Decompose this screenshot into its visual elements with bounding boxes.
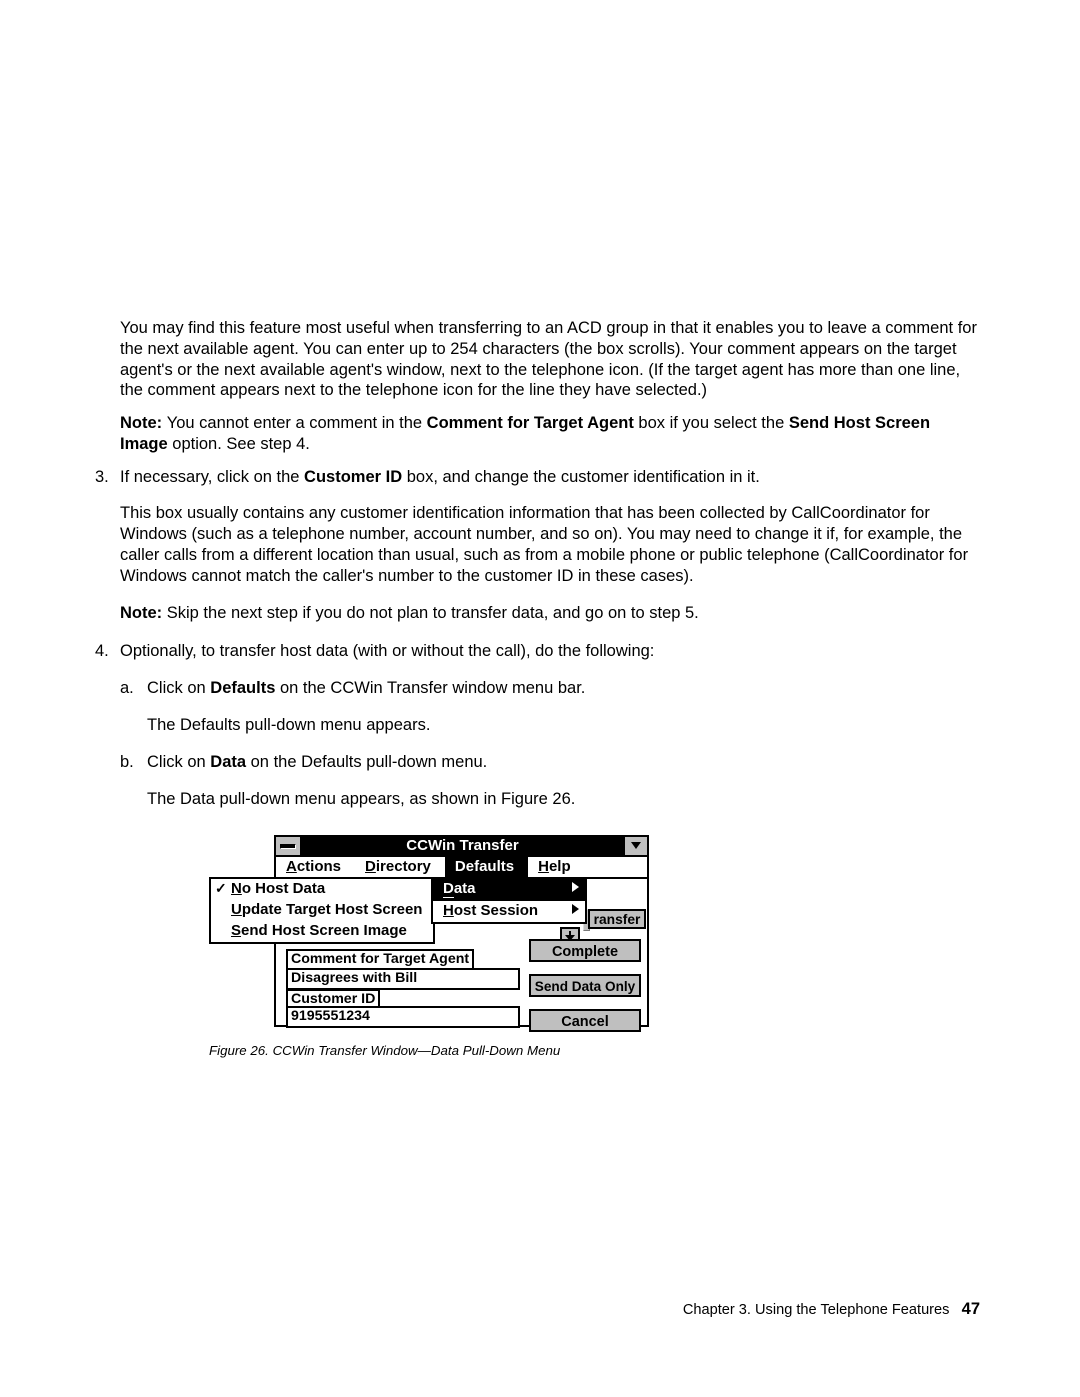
- submenu-data[interactable]: Data: [433, 879, 585, 901]
- complete-button[interactable]: Complete: [529, 939, 641, 962]
- submenu-host-session[interactable]: Host Session: [433, 901, 585, 922]
- button-stack: Complete Send Data Only Cancel: [529, 907, 641, 1044]
- menu-help[interactable]: Help: [528, 857, 585, 877]
- figure-caption: Figure 26. CCWin Transfer Window—Data Pu…: [209, 1043, 649, 1060]
- cancel-button[interactable]: Cancel: [529, 1009, 641, 1032]
- menu-actions[interactable]: Actions: [276, 857, 355, 877]
- step-4a: a. Click on Defaults on the CCWin Transf…: [120, 678, 978, 742]
- menu-defaults[interactable]: Defaults: [445, 857, 528, 877]
- step-4b-head: Click on Data on the Defaults pull-down …: [147, 752, 978, 773]
- minimize-icon[interactable]: [623, 837, 647, 855]
- comment-input[interactable]: Disagrees with Bill: [286, 968, 520, 990]
- figure-26: CCWin Transfer Actions Directory Default…: [209, 835, 649, 1060]
- data-submenu: Data Host Session: [431, 877, 587, 924]
- step-4a-body: The Defaults pull-down menu appears.: [147, 715, 978, 736]
- step-4-head: Optionally, to transfer host data (with …: [120, 641, 978, 662]
- customer-id-input[interactable]: 9195551234: [286, 1006, 520, 1028]
- step-4b-body: The Data pull-down menu appears, as show…: [147, 789, 978, 810]
- menuitem-no-host-data[interactable]: No Host Data: [211, 879, 433, 900]
- menuitem-update-target-host-screen[interactable]: Update Target Host Screen: [211, 900, 433, 921]
- step-4: 4. Optionally, to transfer host data (wi…: [95, 641, 978, 815]
- menuitem-send-host-screen-image[interactable]: Send Host Screen Image: [211, 921, 433, 942]
- defaults-pulldown: No Host Data Update Target Host Screen S…: [209, 877, 435, 944]
- window-title: CCWin Transfer: [302, 837, 623, 855]
- submenu-arrow-icon: [572, 904, 579, 914]
- step-3: 3. If necessary, click on the Customer I…: [95, 467, 978, 630]
- note-1: Note: You cannot enter a comment in the …: [120, 413, 978, 455]
- step-3-marker: 3.: [95, 467, 120, 630]
- step-4-marker: 4.: [95, 641, 120, 815]
- menubar: Actions Directory Defaults Help: [274, 857, 649, 879]
- step-4a-head: Click on Defaults on the CCWin Transfer …: [147, 678, 978, 699]
- send-data-only-button[interactable]: Send Data Only: [529, 974, 641, 997]
- page-footer: Chapter 3. Using the Telephone Features …: [683, 1300, 980, 1319]
- page-number: 47: [962, 1300, 980, 1318]
- step-4b-marker: b.: [120, 752, 147, 816]
- step-4a-marker: a.: [120, 678, 147, 742]
- submenu-arrow-icon: [572, 882, 579, 892]
- note-2: Note: Skip the next step if you do not p…: [120, 603, 978, 624]
- menu-directory[interactable]: Directory: [355, 857, 445, 877]
- step-4b: b. Click on Data on the Defaults pull-do…: [120, 752, 978, 816]
- para-acd: You may find this feature most useful wh…: [120, 318, 978, 401]
- step-3-body: This box usually contains any customer i…: [120, 503, 978, 586]
- titlebar: CCWin Transfer: [274, 835, 649, 857]
- system-menu-icon[interactable]: [276, 837, 302, 855]
- step-3-head: If necessary, click on the Customer ID b…: [120, 467, 978, 488]
